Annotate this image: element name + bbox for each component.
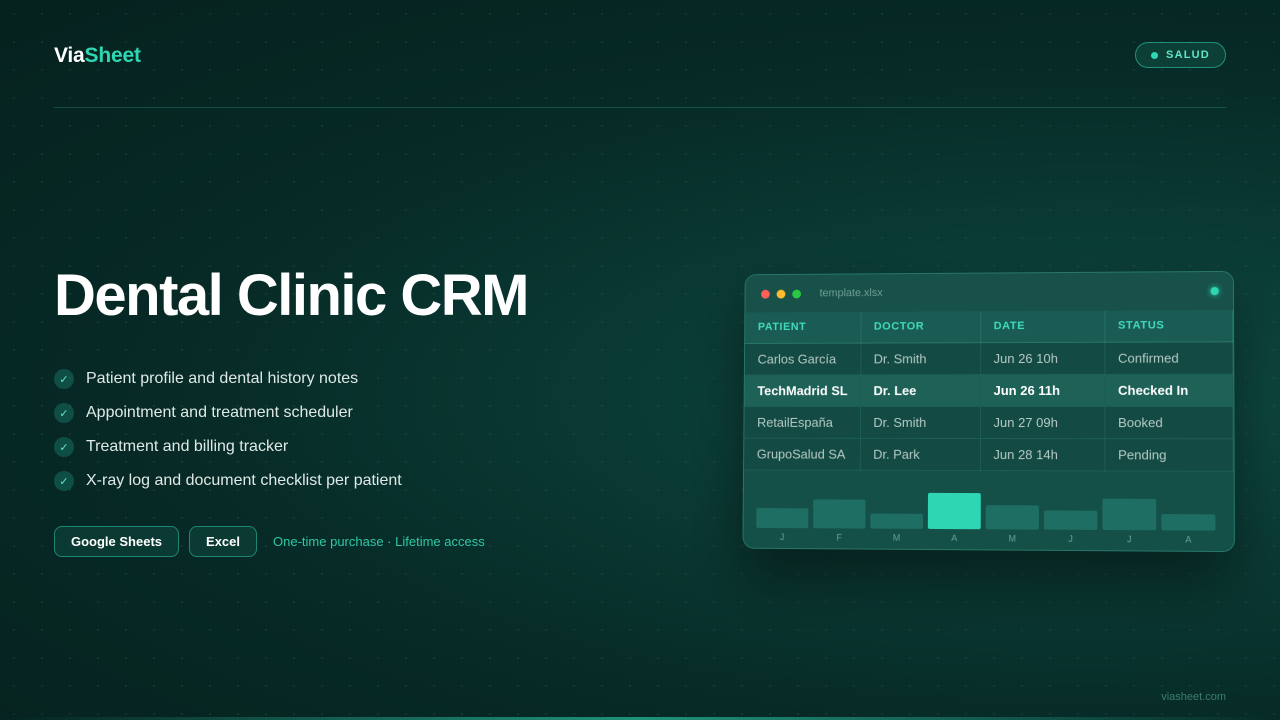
purchase-note: One-time purchase · Lifetime access	[273, 534, 485, 549]
top-bar: ViaSheet SALUD	[54, 40, 1226, 108]
badge-dot-icon	[1151, 52, 1158, 59]
chart-category-label: J	[1044, 533, 1097, 543]
check-icon: ✓	[54, 437, 74, 457]
chart-category-label: J	[756, 531, 808, 541]
cell-status: Confirmed	[1104, 341, 1232, 374]
brand-logo[interactable]: ViaSheet	[54, 44, 141, 68]
category-badge: SALUD	[1135, 42, 1226, 68]
window-titlebar: template.xlsx	[745, 272, 1233, 313]
platform-actions: Google Sheets Excel One-time purchase · …	[54, 526, 485, 557]
cell-doctor: Dr. Smith	[860, 342, 980, 374]
column-header-doctor: DOCTOR	[860, 311, 980, 342]
chart-bar	[986, 505, 1039, 529]
column-header-patient: PATIENT	[745, 312, 861, 343]
chart-category-label: F	[813, 532, 865, 542]
feature-text: X-ray log and document checklist per pat…	[86, 472, 402, 490]
cell-date: Jun 27 09h	[980, 406, 1104, 438]
brand-logo-part2: Sheet	[85, 44, 141, 67]
file-name: template.xlsx	[820, 287, 883, 299]
preview-window: template.xlsx PATIENT DOCTOR DATE STATUS…	[742, 271, 1235, 552]
cell-patient: GrupoSalud SA	[744, 438, 860, 470]
appointments-table: PATIENT DOCTOR DATE STATUS Carlos García…	[744, 310, 1234, 471]
footer-url[interactable]: viasheet.com	[1161, 691, 1226, 703]
check-icon: ✓	[54, 471, 74, 491]
feature-text: Treatment and billing tracker	[86, 438, 288, 456]
google-sheets-button[interactable]: Google Sheets	[54, 526, 179, 557]
chart-bar	[813, 499, 865, 528]
chart-bar	[1044, 510, 1097, 529]
chart-bar	[1102, 498, 1156, 530]
table-row-highlighted[interactable]: TechMadrid SL Dr. Lee Jun 26 11h Checked…	[745, 374, 1233, 406]
cell-date: Jun 26 11h	[980, 374, 1104, 406]
brand-logo-part1: Via	[54, 44, 85, 67]
chart-bar	[1161, 514, 1215, 531]
feature-item: ✓ Treatment and billing tracker	[54, 430, 402, 464]
column-header-status: STATUS	[1104, 310, 1232, 342]
check-icon: ✓	[54, 403, 74, 423]
chart-category-label: M	[986, 533, 1039, 543]
cell-status: Booked	[1104, 406, 1233, 438]
chart-bar	[756, 508, 808, 528]
feature-item: ✓ Patient profile and dental history not…	[54, 362, 402, 396]
window-maximize-dot-icon	[792, 289, 801, 298]
check-icon: ✓	[54, 369, 74, 389]
table-header-row: PATIENT DOCTOR DATE STATUS	[745, 310, 1233, 343]
chart-bar	[870, 513, 923, 528]
cell-status: Pending	[1104, 438, 1233, 471]
table-row[interactable]: Carlos García Dr. Smith Jun 26 10h Confi…	[745, 341, 1233, 374]
chart-bar	[928, 492, 981, 528]
chart-category-label: J	[1102, 534, 1156, 544]
window-close-dot-icon	[761, 289, 770, 298]
bar-chart-plot: JFMAMJJA	[756, 480, 1220, 530]
status-light-icon	[1211, 287, 1219, 295]
chart-category-label: A	[928, 532, 981, 542]
feature-item: ✓ X-ray log and document checklist per p…	[54, 464, 402, 498]
table-row[interactable]: RetailEspaña Dr. Smith Jun 27 09h Booked	[744, 406, 1233, 438]
feature-item: ✓ Appointment and treatment scheduler	[54, 396, 402, 430]
cell-doctor: Dr. Smith	[860, 406, 980, 438]
cell-status: Checked In	[1104, 374, 1233, 406]
cell-doctor: Dr. Lee	[860, 374, 980, 406]
column-header-date: DATE	[980, 311, 1104, 342]
cell-patient: Carlos García	[745, 343, 861, 375]
chart-category-label: A	[1161, 534, 1215, 545]
cell-date: Jun 26 10h	[980, 342, 1104, 374]
cell-doctor: Dr. Park	[860, 438, 980, 470]
mini-bar-chart: JFMAMJJA	[743, 470, 1234, 551]
table-row[interactable]: GrupoSalud SA Dr. Park Jun 28 14h Pendin…	[744, 438, 1233, 471]
badge-label: SALUD	[1166, 49, 1210, 61]
window-minimize-dot-icon	[777, 289, 786, 298]
chart-category-label: M	[870, 532, 923, 542]
cell-patient: RetailEspaña	[744, 406, 860, 438]
spreadsheet-preview: template.xlsx PATIENT DOCTOR DATE STATUS…	[740, 272, 1232, 550]
excel-button[interactable]: Excel	[189, 526, 257, 557]
feature-list: ✓ Patient profile and dental history not…	[54, 362, 402, 498]
feature-text: Appointment and treatment scheduler	[86, 404, 353, 422]
cell-date: Jun 28 14h	[980, 438, 1105, 470]
feature-text: Patient profile and dental history notes	[86, 370, 358, 388]
page-title: Dental Clinic CRM	[54, 262, 528, 329]
cell-patient: TechMadrid SL	[745, 374, 861, 406]
